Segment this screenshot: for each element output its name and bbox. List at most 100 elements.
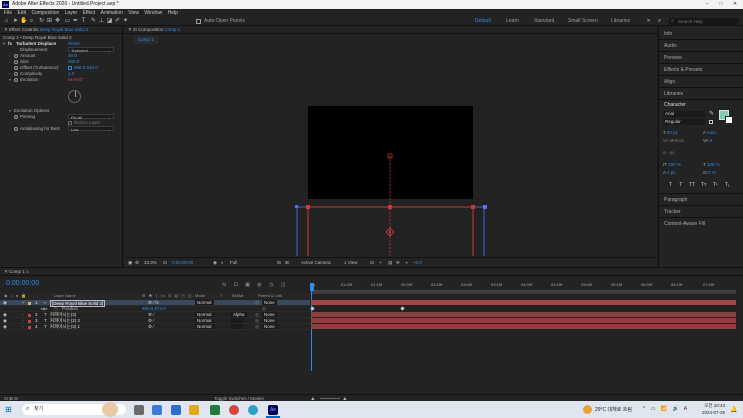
comp-subtab[interactable]: Comp 1 (134, 36, 158, 44)
brush-tool-icon[interactable]: ✎ (90, 18, 97, 25)
horizontal-scale-field[interactable]: T 100 % (703, 162, 720, 167)
superscript-button[interactable]: T¹ (713, 182, 718, 188)
all-caps-button[interactable]: TT (689, 182, 695, 188)
twirl-icon[interactable]: › (22, 324, 24, 330)
notification-icon[interactable]: 🔔 (730, 406, 737, 413)
workspace-learn[interactable]: Learn (506, 17, 519, 26)
workspace-standard[interactable]: Standard (534, 17, 554, 26)
snapshot-icon[interactable]: ◉ (213, 258, 217, 267)
flowchart-icon[interactable]: ✣ (396, 258, 400, 267)
kerning-field[interactable]: VA Metrics (663, 138, 684, 143)
search-toggle-icon[interactable]: ⌕ (656, 18, 663, 25)
layer-name[interactable]: 커피마시는(3) 1 (50, 324, 80, 330)
puppet-tool-icon[interactable]: ✦ (122, 18, 129, 25)
pen-tool-icon[interactable]: ✒ (72, 18, 79, 25)
weather-text[interactable]: 29°C 대체로 흐림 (595, 406, 632, 413)
keyframe-icon[interactable] (310, 306, 315, 311)
edge-icon[interactable] (248, 405, 258, 415)
composition-tab[interactable]: ✕ ⊡ Composition Comp 1 (124, 26, 657, 34)
menu-effect[interactable]: Effect (83, 9, 96, 17)
clock-time[interactable]: 오전 10:43 (697, 403, 725, 409)
layer-duration-bar[interactable] (311, 300, 736, 305)
fast-preview-icon[interactable]: ⚡ (379, 258, 382, 267)
effect-controls-tab[interactable]: ✕ Effect Controls Deep Royal Blue Solid … (0, 26, 122, 34)
resolution-dropdown[interactable]: Full (230, 258, 237, 267)
mask-icon[interactable]: ⚙ (135, 258, 139, 267)
minimize-icon[interactable]: – (700, 0, 714, 9)
current-time[interactable]: 0:00:00:00 (172, 258, 193, 267)
menu-help[interactable]: Help (168, 9, 178, 17)
antialiasing-dropdown[interactable]: Low ⌄ (68, 126, 114, 132)
baseline-shift-field[interactable]: A 0 px (663, 170, 676, 175)
home-icon[interactable]: ⌂ (3, 18, 10, 25)
menu-window[interactable]: Window (144, 9, 162, 17)
work-area-bar[interactable] (311, 291, 736, 294)
evolution-dial[interactable] (68, 90, 81, 103)
widgets-icon[interactable] (152, 405, 162, 415)
workspace-small-screen[interactable]: Small Screen (568, 17, 598, 26)
region-icon[interactable]: ⊟ (277, 258, 281, 267)
timeline-zoom-slider[interactable] (320, 398, 340, 399)
trkmat-dropdown[interactable] (231, 324, 243, 329)
time-ruler[interactable]: 0s 01:00f 01:15f 02:00f 02:15f 03:00f 03… (311, 282, 736, 291)
menu-layer[interactable]: Layer (65, 9, 78, 17)
menu-file[interactable]: File (4, 9, 12, 17)
panel-audio[interactable]: Audio (664, 43, 677, 49)
col-layer-name[interactable]: Layer Name (54, 293, 76, 299)
timeline-tab[interactable]: ✕ Comp 1 ≡ (0, 268, 743, 276)
label-color-swatch[interactable] (28, 325, 31, 329)
crosshair-point-icon[interactable] (68, 66, 72, 70)
file-explorer-icon[interactable] (189, 405, 199, 415)
col-mode[interactable]: Mode (195, 293, 205, 299)
menu-edit[interactable]: Edit (17, 9, 26, 17)
chrome-icon[interactable] (229, 405, 239, 415)
stopwatch-icon[interactable] (14, 54, 18, 58)
keyframe-icon[interactable] (400, 306, 405, 311)
mode-dropdown[interactable]: Normal (195, 318, 214, 323)
pan-behind-tool-icon[interactable]: ✥ (54, 18, 61, 25)
stopwatch-icon[interactable] (14, 78, 18, 82)
stopwatch-icon[interactable] (14, 60, 18, 64)
font-style-dropdown[interactable]: Regular (663, 119, 705, 125)
stroke-width-field[interactable]: ≡ - px (663, 150, 674, 155)
auto-open-checkbox[interactable] (196, 19, 201, 24)
prop-value[interactable]: 0x+0.0° (68, 77, 83, 83)
font-family-dropdown[interactable]: Arial (663, 111, 705, 117)
mode-dropdown[interactable]: Normal (195, 324, 214, 329)
help-search-input[interactable]: ⌕ Search Help (669, 18, 739, 25)
playhead[interactable] (310, 283, 314, 291)
task-view-icon[interactable] (134, 405, 144, 415)
twirl-icon[interactable]: ▾ (9, 77, 11, 83)
panel-align[interactable]: Align (664, 79, 675, 85)
transparency-grid-icon[interactable]: ⊞ (285, 258, 289, 267)
col-t[interactable]: T (220, 293, 222, 299)
rectangle-tool-icon[interactable]: ▭ (64, 18, 71, 25)
handle-top-mid[interactable] (388, 205, 392, 209)
panel-tracker[interactable]: Tracker (664, 209, 681, 215)
pinning-dropdown[interactable]: Pin All ⌄ (68, 114, 114, 120)
stopwatch-icon[interactable] (14, 115, 18, 119)
exposure-value[interactable]: +0.0 (413, 258, 422, 267)
faux-italic-button[interactable]: T (679, 182, 682, 188)
trkmat-dropdown[interactable]: Alpha (231, 312, 247, 317)
zoom-tool-icon[interactable]: ⌕ (28, 18, 35, 25)
after-effects-taskbar-icon[interactable]: Ae (268, 405, 278, 415)
panel-info[interactable]: Info (664, 31, 672, 37)
camera-dropdown[interactable]: Active Camera (301, 258, 331, 267)
menu-composition[interactable]: Composition (31, 9, 59, 17)
label-color-swatch[interactable] (28, 301, 31, 305)
parent-dropdown[interactable]: None (262, 324, 277, 329)
clone-stamp-tool-icon[interactable]: ⊥ (98, 18, 105, 25)
show-channel-icon[interactable]: ◐ (221, 258, 224, 267)
panel-menu-icon[interactable]: ≡ (26, 269, 29, 274)
leading-field[interactable]: A Auto (703, 130, 716, 135)
view-layout-dropdown[interactable]: 1 View (344, 258, 357, 267)
menu-view[interactable]: View (128, 9, 139, 17)
hand-tool-icon[interactable]: ✋ (20, 18, 27, 25)
tsume-field[interactable]: ⊡ 0 % (703, 170, 716, 176)
vertical-scale-field[interactable]: IT 100 % (663, 162, 681, 167)
small-caps-button[interactable]: Tт (701, 182, 706, 188)
layer-duration-bar[interactable] (311, 324, 736, 329)
eyedropper-icon[interactable]: ✎ (709, 110, 714, 117)
menu-animation[interactable]: Animation (101, 9, 123, 17)
